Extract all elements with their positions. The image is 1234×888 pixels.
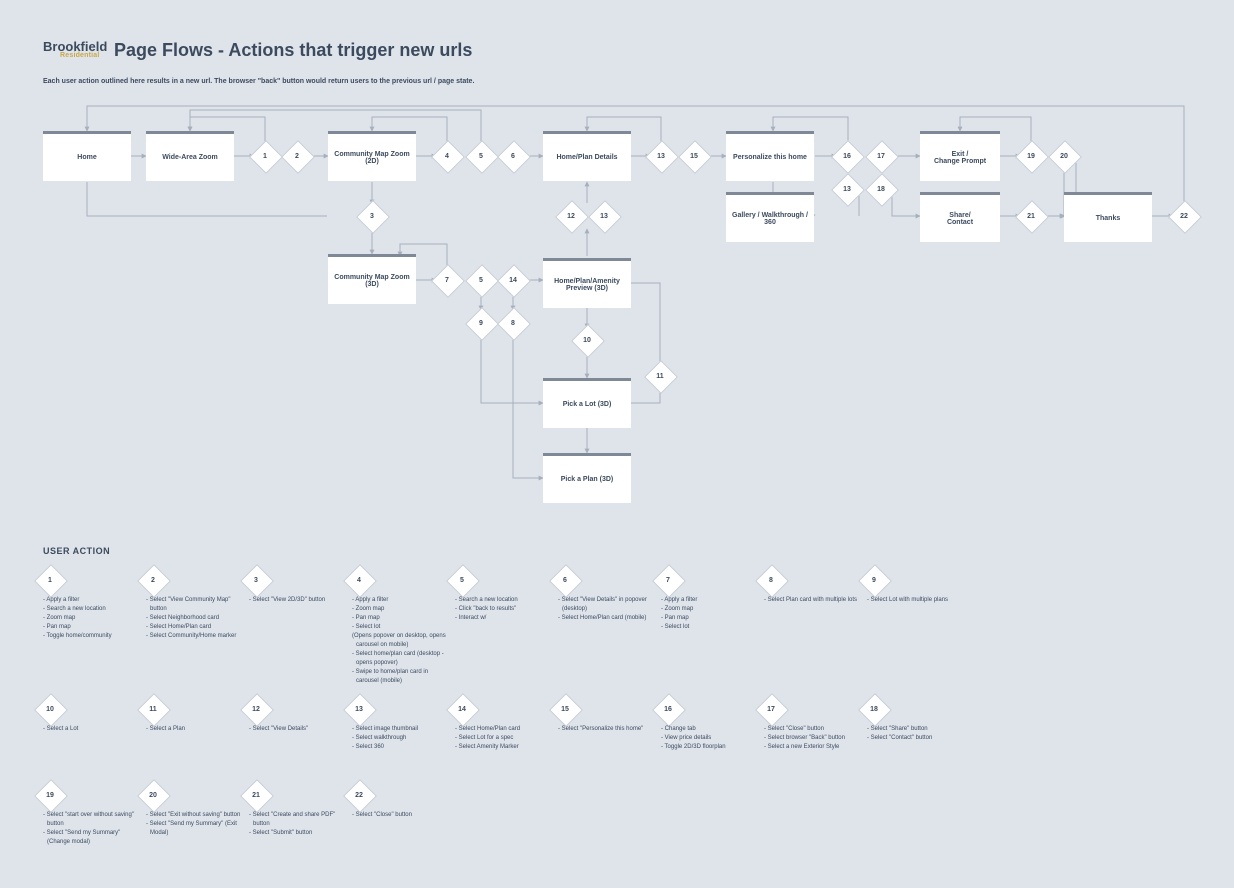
legend-d18: 18 [863, 698, 885, 720]
legend-d13: 13 [348, 698, 370, 720]
decision-13b: 13 [593, 205, 615, 227]
decision-6: 6 [502, 145, 524, 167]
decision-3: 3 [361, 205, 383, 227]
node-thanks: Thanks [1064, 192, 1152, 242]
action-list-2: - Select "View Community Map" button- Se… [146, 596, 241, 641]
legend-d16: 16 [657, 698, 679, 720]
decision-17: 17 [870, 145, 892, 167]
decision-10: 10 [576, 329, 598, 351]
decision-8: 8 [502, 312, 524, 334]
legend-d7: 7 [657, 569, 679, 591]
decision-14: 14 [502, 269, 524, 291]
action-list-3: - Select "View 2D/3D" button [249, 596, 344, 605]
legend-d5: 5 [451, 569, 473, 591]
decision-19: 19 [1020, 145, 1042, 167]
action-list-16: - Change tab- View price details- Toggle… [661, 725, 756, 752]
node-wide-area-zoom: Wide-Area Zoom [146, 131, 234, 181]
legend-d15: 15 [554, 698, 576, 720]
node-home: Home [43, 131, 131, 181]
action-list-18: - Select "Share" button- Select "Contact… [867, 725, 962, 743]
action-list-15: - Select "Personalize this home" [558, 725, 653, 734]
node-community-map-3d: Community Map Zoom (3D) [328, 254, 416, 304]
decision-7: 7 [436, 269, 458, 291]
decision-2: 2 [286, 145, 308, 167]
page-title: Page Flows - Actions that trigger new ur… [114, 40, 472, 61]
legend-d3: 3 [245, 569, 267, 591]
action-list-20: - Select "Exit without saving" button- S… [146, 811, 241, 838]
decision-9: 9 [470, 312, 492, 334]
decision-15: 15 [683, 145, 705, 167]
decision-1: 1 [254, 145, 276, 167]
action-list-6: - Select "View Details" in popover (desk… [558, 596, 653, 623]
legend-d6: 6 [554, 569, 576, 591]
legend-d17: 17 [760, 698, 782, 720]
legend-d22: 22 [348, 784, 370, 806]
node-pick-a-plan: Pick a Plan (3D) [543, 453, 631, 503]
action-list-17: - Select "Close" button- Select browser … [764, 725, 859, 752]
decision-16: 16 [836, 145, 858, 167]
node-share-contact: Share/ Contact [920, 192, 1000, 242]
decision-5: 5 [470, 145, 492, 167]
action-list-8: - Select Plan card with multiple lots [764, 596, 859, 605]
action-list-10: - Select a Lot [43, 725, 138, 734]
legend-d20: 20 [142, 784, 164, 806]
action-list-4: - Apply a filter- Zoom map- Pan map- Sel… [352, 596, 447, 686]
page-subtitle: Each user action outlined here results i… [43, 78, 474, 85]
legend-d19: 19 [39, 784, 61, 806]
decision-4: 4 [436, 145, 458, 167]
legend-d14: 14 [451, 698, 473, 720]
action-list-7: - Apply a filter- Zoom map- Pan map- Sel… [661, 596, 756, 632]
node-personalize: Personalize this home [726, 131, 814, 181]
decision-11: 11 [649, 365, 671, 387]
node-exit-change-prompt: Exit / Change Prompt [920, 131, 1000, 181]
decision-18: 18 [870, 178, 892, 200]
decision-21: 21 [1020, 205, 1042, 227]
action-list-5: - Search a new location- Click "back to … [455, 596, 550, 623]
decision-22: 22 [1173, 205, 1195, 227]
legend-d11: 11 [142, 698, 164, 720]
legend-d21: 21 [245, 784, 267, 806]
decision-12: 12 [560, 205, 582, 227]
action-list-9: - Select Lot with multiple plans [867, 596, 962, 605]
legend-d12: 12 [245, 698, 267, 720]
section-user-action: USER ACTION [43, 546, 110, 556]
action-list-19: - Select "start over without saving" but… [43, 811, 138, 847]
decision-5b: 5 [470, 269, 492, 291]
decision-13-top: 13 [650, 145, 672, 167]
action-list-12: - Select "View Details" [249, 725, 344, 734]
action-list-14: - Select Home/Plan card- Select Lot for … [455, 725, 550, 752]
node-home-plan-amenity-preview: Home/Plan/Amenity Preview (3D) [543, 258, 631, 308]
action-list-11: - Select a Plan [146, 725, 241, 734]
node-pick-a-lot: Pick a Lot (3D) [543, 378, 631, 428]
brand-sub: Residential [60, 52, 100, 59]
action-list-1: - Apply a filter- Search a new location-… [43, 596, 138, 641]
action-list-21: - Select "Create and share PDF" button- … [249, 811, 344, 838]
action-list-22: - Select "Close" button [352, 811, 447, 820]
legend-d8: 8 [760, 569, 782, 591]
action-list-13: - Select image thumbnail- Select walkthr… [352, 725, 447, 752]
node-gallery: Gallery / Walkthrough / 360 [726, 192, 814, 242]
legend-d10: 10 [39, 698, 61, 720]
legend-d2: 2 [142, 569, 164, 591]
decision-20: 20 [1053, 145, 1075, 167]
node-community-map-2d: Community Map Zoom (2D) [328, 131, 416, 181]
legend-d9: 9 [863, 569, 885, 591]
decision-13-lower: 13 [836, 178, 858, 200]
legend-d1: 1 [39, 569, 61, 591]
node-home-plan-details: Home/Plan Details [543, 131, 631, 181]
legend-d4: 4 [348, 569, 370, 591]
